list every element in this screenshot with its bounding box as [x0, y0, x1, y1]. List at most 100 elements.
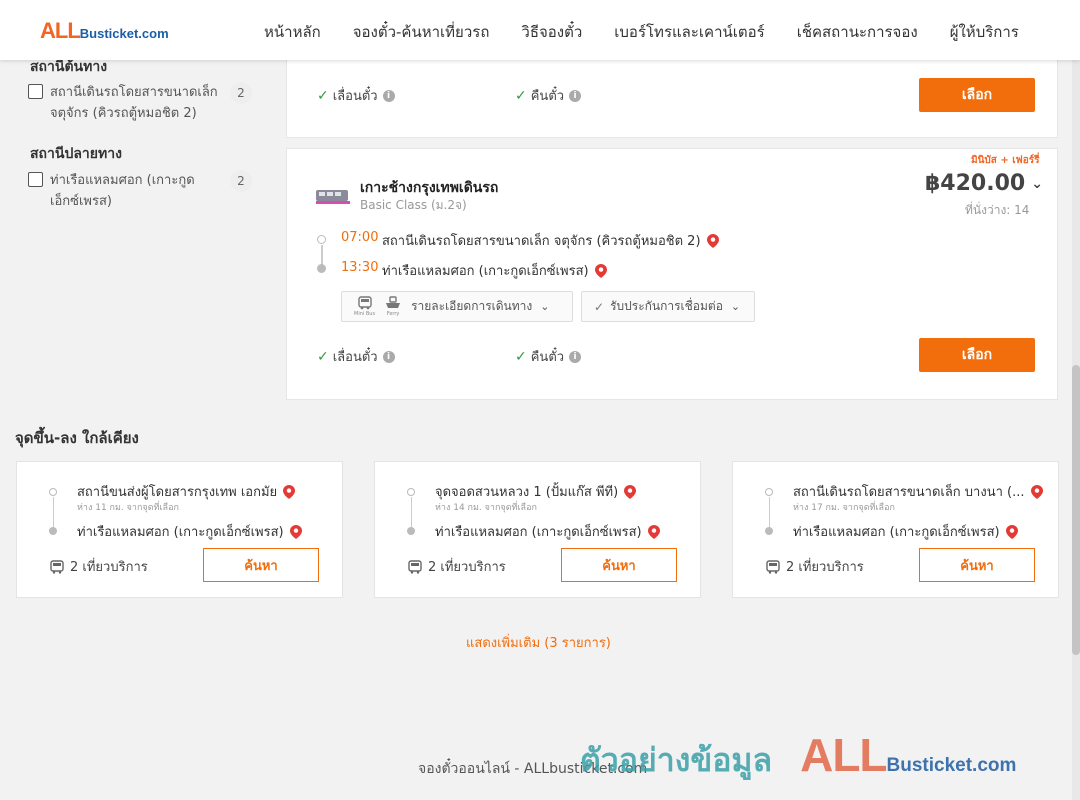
perk-refund-ticket: ✓ คืนตั๋ว i — [515, 346, 582, 367]
nearby-search-button[interactable]: ค้นหา — [203, 548, 319, 582]
bus-icon — [408, 559, 422, 574]
info-icon[interactable]: i — [382, 350, 395, 363]
nearby-distance: ห่าง 17 กม. จากจุดที่เลือก — [793, 503, 895, 513]
timeline-line — [321, 245, 323, 265]
nearby-to-label: ท่าเรือแหลมศอก (เกาะกูดเอ็กซ์เพรส) — [77, 525, 284, 540]
nearby-section-title: จุดขึ้น-ลง ใกล้เคียง — [15, 429, 139, 447]
chevron-down-icon: ⌄ — [540, 300, 550, 313]
depart-station-label: สถานีเดินรถโดยสารขนาดเล็ก จตุจักร (คิวรถ… — [382, 234, 701, 249]
check-icon: ✓ — [317, 348, 329, 365]
map-pin-icon[interactable] — [283, 484, 296, 499]
nearby-to: ท่าเรือแหลมศอก (เกาะกูดเอ็กซ์เพรส) — [435, 521, 660, 542]
nearby-from-label: สถานีเดินรถโดยสารขนาดเล็ก บางนา (... — [793, 485, 1025, 500]
origin-checkbox[interactable] — [28, 84, 43, 99]
destination-filter-label: ท่าเรือแหลมศอก (เกาะกูดเอ็กซ์เพรส) — [50, 173, 195, 209]
nearby-to-label: ท่าเรือแหลมศอก (เกาะกูดเอ็กซ์เพรส) — [435, 525, 642, 540]
check-icon: ✓ — [515, 348, 527, 365]
perk-change-label: เลื่อนตั๋ว — [332, 350, 378, 365]
timeline-line — [410, 497, 412, 527]
nearby-to-label: ท่าเรือแหลมศอก (เกาะกูดเอ็กซ์เพรส) — [793, 525, 1000, 540]
to-dot — [49, 527, 57, 535]
nearby-trips-label: 2 เที่ยวบริการ — [786, 560, 864, 575]
arrive-time: 13:30 — [341, 260, 379, 275]
chevron-down-icon: ⌄ — [1031, 175, 1043, 192]
top-header: ALL Busticket.com หน้าหลัก จองตั๋ว-ค้นหา… — [0, 0, 1080, 60]
bus-icon — [50, 559, 64, 574]
nav-contacts-counters[interactable]: เบอร์โทรและเคาน์เตอร์ — [614, 20, 764, 44]
select-trip-button[interactable]: เลือก — [919, 338, 1035, 372]
connection-guarantee-button[interactable]: ✓ รับประกันการเชื่อมต่อ ⌄ — [581, 291, 755, 322]
seat-class: Basic Class (ม.2จ) — [360, 198, 467, 212]
nearby-trips-label: 2 เที่ยวบริการ — [70, 560, 148, 575]
page-scrollbar[interactable] — [1072, 60, 1080, 800]
perk-refund-ticket: ✓ คืนตั๋ว i — [515, 85, 582, 106]
watermark-sample-text: ตัวอย่างข้อมูล — [580, 741, 773, 779]
map-pin-icon[interactable] — [706, 233, 719, 248]
price-value: ฿420.00 — [925, 171, 1026, 196]
map-pin-icon[interactable] — [624, 484, 637, 499]
ferry-label: Ferry — [386, 311, 400, 317]
from-dot — [765, 488, 773, 496]
price-toggle[interactable]: ฿420.00 ⌄ — [925, 171, 1043, 196]
nearby-from-label: จุดจอดสวนหลวง 1 (ปั้มแก๊ส พีที) — [435, 485, 619, 500]
arrive-dot — [317, 264, 326, 273]
info-icon[interactable]: i — [382, 89, 395, 102]
nearby-search-button[interactable]: ค้นหา — [561, 548, 677, 582]
nearby-trips: 2 เที่ยวบริการ — [50, 556, 148, 577]
depart-station: สถานีเดินรถโดยสารขนาดเล็ก จตุจักร (คิวรถ… — [382, 230, 719, 251]
nav-home[interactable]: หน้าหลัก — [264, 20, 321, 44]
info-icon[interactable]: i — [569, 350, 582, 363]
to-dot — [765, 527, 773, 535]
map-pin-icon[interactable] — [1005, 524, 1018, 539]
select-trip-button[interactable]: เลือก — [919, 78, 1035, 112]
nav-check-booking[interactable]: เช็คสถานะการจอง — [797, 20, 918, 44]
perk-refund-label: คืนตั๋ว — [530, 350, 565, 365]
arrive-station-label: ท่าเรือแหลมศอก (เกาะกูดเอ็กซ์เพรส) — [382, 264, 589, 279]
logo-busticket: Busticket.com — [79, 26, 169, 41]
operator-logo-icon — [316, 190, 350, 204]
watermark-logo-busticket: Busticket.com — [886, 755, 1017, 776]
nearby-distance: ห่าง 11 กม. จากจุดที่เลือก — [77, 503, 179, 513]
nav-book-search[interactable]: จองตั๋ว-ค้นหาเที่ยวรถ — [353, 20, 490, 44]
trip-details-button[interactable]: Mini Bus Ferry รายละเอียดการเดินทาง ⌄ — [341, 291, 573, 322]
nearby-to: ท่าเรือแหลมศอก (เกาะกูดเอ็กซ์เพรส) — [77, 521, 302, 542]
show-more-link[interactable]: แสดงเพิ่มเติม (3 รายการ) — [466, 632, 611, 653]
map-pin-icon[interactable] — [1030, 484, 1043, 499]
nearby-trips: 2 เที่ยวบริการ — [408, 556, 506, 577]
map-pin-icon[interactable] — [594, 263, 607, 278]
perk-change-ticket: ✓ เลื่อนตั๋ว i — [317, 85, 395, 106]
trip-card: มินิบัส + เฟอร์รี่ เกาะช้างกรุงเทพเดินรถ… — [286, 148, 1058, 400]
minibus-icon: Mini Bus — [354, 296, 375, 317]
nearby-from: จุดจอดสวนหลวง 1 (ปั้มแก๊ส พีที) — [435, 481, 637, 502]
nearby-from-label: สถานีขนส่งผู้โดยสารกรุงเทพ เอกมัย — [77, 485, 278, 500]
minibus-label: Mini Bus — [354, 311, 376, 317]
map-pin-icon[interactable] — [647, 524, 660, 539]
map-pin-icon[interactable] — [289, 524, 302, 539]
origin-filter-item[interactable]: สถานีเดินรถโดยสารขนาดเล็ก จตุจักร (คิวรถ… — [28, 82, 254, 124]
nearby-card: สถานีขนส่งผู้โดยสารกรุงเทพ เอกมัย ห่าง 1… — [16, 461, 343, 598]
origin-filter-count: 2 — [230, 82, 252, 104]
logo-all: ALL — [40, 18, 81, 43]
from-dot — [49, 488, 57, 496]
connection-guarantee-label: รับประกันการเชื่อมต่อ — [610, 299, 723, 313]
promo-tag: มินิบัส + เฟอร์รี่ — [971, 155, 1040, 166]
depart-dot — [317, 235, 326, 244]
nearby-trips-label: 2 เที่ยวบริการ — [428, 560, 506, 575]
main-nav: หน้าหลัก จองตั๋ว-ค้นหาเที่ยวรถ วิธีจองตั… — [264, 20, 1051, 44]
from-dot — [407, 488, 415, 496]
timeline-line — [768, 497, 770, 527]
destination-checkbox[interactable] — [28, 172, 43, 187]
origin-filter-label: สถานีเดินรถโดยสารขนาดเล็ก จตุจักร (คิวรถ… — [50, 85, 218, 121]
site-logo[interactable]: ALL Busticket.com — [40, 18, 169, 44]
nav-how-to-book[interactable]: วิธีจองตั๋ว — [521, 20, 582, 44]
destination-filter-item[interactable]: ท่าเรือแหลมศอก (เกาะกูดเอ็กซ์เพรส) 2 — [28, 170, 254, 212]
nearby-search-button[interactable]: ค้นหา — [919, 548, 1035, 582]
nearby-from: สถานีเดินรถโดยสารขนาดเล็ก บางนา (... — [793, 481, 1043, 502]
perk-refund-label: คืนตั๋ว — [530, 89, 565, 104]
info-icon[interactable]: i — [569, 89, 582, 102]
check-icon: ✓ — [317, 87, 329, 104]
perk-change-label: เลื่อนตั๋ว — [332, 89, 378, 104]
scrollbar-thumb[interactable] — [1072, 365, 1080, 655]
nav-operators[interactable]: ผู้ให้บริการ — [950, 20, 1019, 44]
perk-change-ticket: ✓ เลื่อนตั๋ว i — [317, 346, 395, 367]
